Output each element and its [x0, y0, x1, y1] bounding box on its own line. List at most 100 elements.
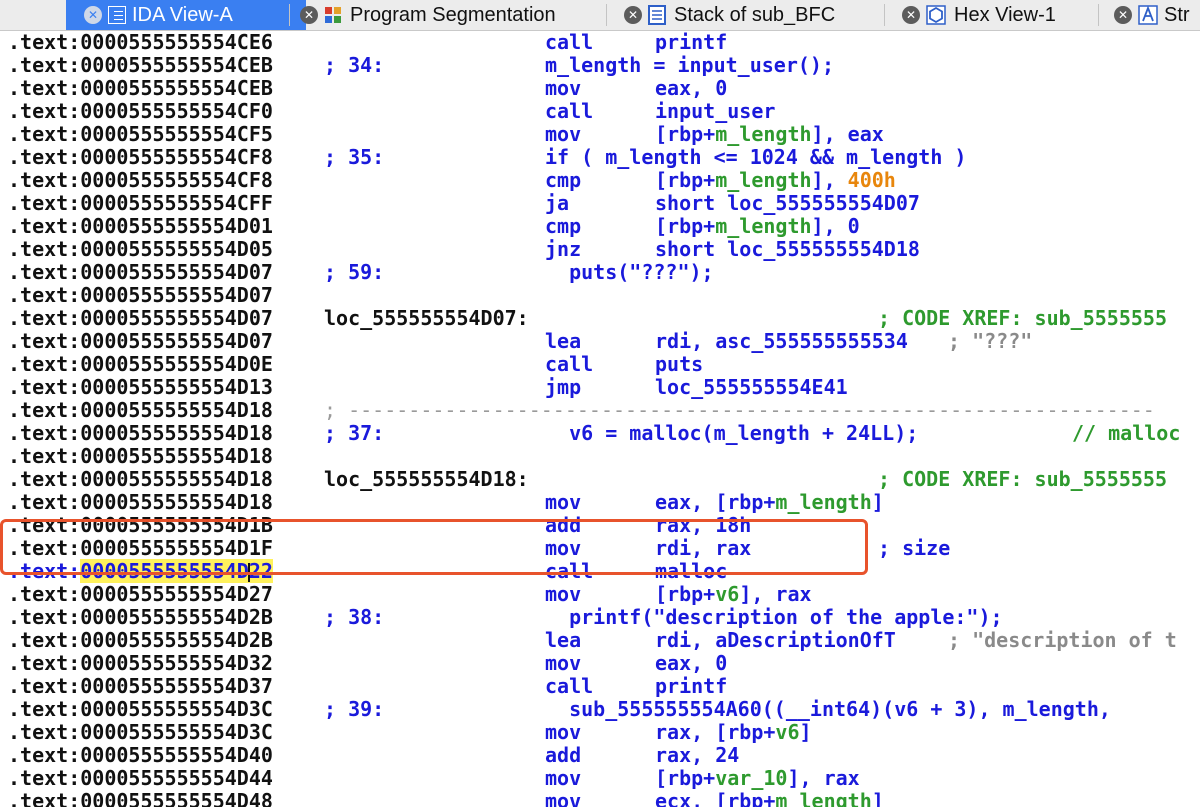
address[interactable]: .text:0000555555554D2B [8, 606, 273, 629]
mnemonic[interactable]: mov [545, 767, 581, 790]
tab-strings[interactable]: ✕ Str [1104, 0, 1190, 30]
listing-row[interactable]: .text:0000555555554D40 add rax, 24 [0, 744, 1200, 767]
mnemonic[interactable]: mov [545, 491, 581, 514]
address-value[interactable]: 0000555555554D40 [80, 743, 273, 767]
close-icon[interactable]: ✕ [84, 6, 102, 24]
operands[interactable]: printf [655, 675, 727, 698]
mnemonic[interactable]: mov [545, 721, 581, 744]
address[interactable]: .text:0000555555554CF8 [8, 146, 273, 169]
address[interactable]: .text:0000555555554CF8 [8, 169, 273, 192]
tab-hex-view-1[interactable]: ✕ Hex View-1 [892, 0, 1056, 30]
address-value[interactable]: 0000555555554CF5 [80, 122, 273, 146]
listing-row[interactable]: .text:0000555555554D1F mov rdi, rax ; size [0, 537, 1200, 560]
address-value[interactable]: 0000555555554D07 [80, 260, 273, 284]
listing-row[interactable]: .text:0000555555554D2B ; 38: printf("desc… [0, 606, 1200, 629]
xref-comment[interactable]: ; CODE XREF: sub_5555555 [878, 307, 1167, 330]
address-value[interactable]: 0000555555554CEB [80, 53, 273, 77]
disassembly-listing[interactable]: .text:0000555555554CE6 call printf .text:00… [0, 31, 1200, 807]
mnemonic[interactable]: call [545, 675, 593, 698]
code-label[interactable]: loc_555555554D07: [324, 307, 529, 330]
listing-row[interactable]: .text:0000555555554CF8 cmp [rbp+m_length],… [0, 169, 1200, 192]
address[interactable]: .text:0000555555554D3C [8, 721, 273, 744]
xref-comment[interactable]: // malloc [1072, 422, 1180, 445]
tab-program-segmentation[interactable]: ✕ Program Segmentation [296, 0, 556, 30]
operands[interactable]: [rbp+v6], rax [655, 583, 812, 606]
address-value[interactable]: 0000555555554D32 [80, 651, 273, 675]
operands[interactable]: rax, [rbp+v6] [655, 721, 812, 744]
operands[interactable]: eax, 0 [655, 77, 727, 100]
operands[interactable]: [rbp+m_length], eax [655, 123, 884, 146]
address[interactable]: .text:0000555555554CF0 [8, 100, 273, 123]
listing-row[interactable]: .text:0000555555554CEB ; 34: m_length = in… [0, 54, 1200, 77]
operands[interactable]: ecx, [rbp+m_length] [655, 790, 884, 807]
stack-variable[interactable]: v6 [715, 582, 739, 606]
address-value[interactable]: 0000555555554CF8 [80, 145, 273, 169]
address[interactable]: .text:0000555555554D1F [8, 537, 273, 560]
address[interactable]: .text:0000555555554CEB [8, 77, 273, 100]
address-value[interactable]: 0000555555554CE6 [80, 31, 273, 54]
operands[interactable]: rdi, asc_555555555534 [655, 330, 908, 353]
mnemonic[interactable]: mov [545, 123, 581, 146]
operands[interactable]: short loc_555555554D07 [655, 192, 920, 215]
stack-variable[interactable]: m_length [715, 168, 811, 192]
address[interactable]: .text:0000555555554D18 [8, 468, 273, 491]
close-icon[interactable]: ✕ [624, 6, 642, 24]
listing-row[interactable]: .text:0000555555554D44 mov [rbp+var_10], r… [0, 767, 1200, 790]
listing-row[interactable]: .text:0000555555554D07 lea rdi, asc_555555… [0, 330, 1200, 353]
listing-row[interactable]: .text:0000555555554D18 mov eax, [rbp+m_len… [0, 491, 1200, 514]
listing-row[interactable]: .text:0000555555554D27 mov [rbp+v6], rax [0, 583, 1200, 606]
xref-comment[interactable]: ; CODE XREF: sub_5555555 [878, 468, 1167, 491]
mnemonic[interactable]: cmp [545, 169, 581, 192]
address-value[interactable]: 0000555555554D18 [80, 421, 273, 445]
listing-row-selected[interactable]: .text:0000555555554D22 call malloc [0, 559, 1200, 583]
operands[interactable]: eax, 0 [655, 652, 727, 675]
listing-row[interactable]: .text:0000555555554D18 loc_555555554D18:;… [0, 468, 1200, 491]
address-value[interactable]: 0000555555554D07 [80, 329, 273, 353]
address-value[interactable]: 0000555555554D01 [80, 214, 273, 238]
mnemonic[interactable]: add [545, 514, 581, 537]
address[interactable]: .text:0000555555554D2B [8, 629, 273, 652]
address[interactable]: .text:0000555555554D37 [8, 675, 273, 698]
address-value[interactable]: 0000555555554D37 [80, 674, 273, 698]
address[interactable]: .text:0000555555554D07 [8, 330, 273, 353]
mnemonic[interactable]: cmp [545, 215, 581, 238]
close-icon[interactable]: ✕ [902, 6, 920, 24]
mnemonic[interactable]: mov [545, 652, 581, 675]
mnemonic[interactable]: mov [545, 77, 581, 100]
code-label[interactable]: loc_555555554D18: [324, 468, 529, 491]
listing-row[interactable]: .text:0000555555554D2B lea rdi, aDescripti… [0, 629, 1200, 652]
address[interactable]: .text:0000555555554CFF [8, 192, 273, 215]
listing-row[interactable]: .text:0000555555554CF5 mov [rbp+m_length],… [0, 123, 1200, 146]
listing-row[interactable]: .text:0000555555554D01 cmp [rbp+m_length],… [0, 215, 1200, 238]
address[interactable]: .text:0000555555554D18 [8, 399, 273, 422]
stack-variable[interactable]: v6 [775, 720, 799, 744]
address[interactable]: .text:0000555555554D22 [8, 559, 273, 583]
listing-row[interactable]: .text:0000555555554D3C mov rax, [rbp+v6] [0, 721, 1200, 744]
listing-row[interactable]: .text:0000555555554D18 ; ----------------… [0, 399, 1200, 422]
listing-row[interactable]: .text:0000555555554CFF ja short loc_555555… [0, 192, 1200, 215]
mnemonic[interactable]: call [545, 100, 593, 123]
address-value[interactable]: 0000555555554D48 [80, 789, 273, 807]
operands[interactable]: [rbp+m_length], 0 [655, 215, 860, 238]
listing-row[interactable]: .text:0000555555554D07 ; 59: puts("???"); [0, 261, 1200, 284]
address[interactable]: .text:0000555555554D18 [8, 491, 273, 514]
listing-row[interactable]: .text:0000555555554CE6 call printf [0, 31, 1200, 54]
address-value[interactable]: 0000555555554D05 [80, 237, 273, 261]
address-value[interactable]: 0000555555554CF8 [80, 168, 273, 192]
stack-variable[interactable]: m_length [715, 214, 811, 238]
mnemonic[interactable]: call [545, 31, 593, 54]
mnemonic[interactable]: jmp [545, 376, 581, 399]
stack-variable[interactable]: m_length [715, 122, 811, 146]
address-value[interactable]: 0000555555554CFF [80, 191, 273, 215]
operands[interactable]: input_user [655, 100, 775, 123]
address[interactable]: .text:0000555555554D1B [8, 514, 273, 537]
address-value[interactable]: 0000555555554D44 [80, 766, 273, 790]
listing-row[interactable]: .text:0000555555554CEB mov eax, 0 [0, 77, 1200, 100]
mnemonic[interactable]: ja [545, 192, 569, 215]
listing-row[interactable]: .text:0000555555554D3C ; 39: sub_55555555… [0, 698, 1200, 721]
address-value[interactable]: 0000555555554D3C [80, 697, 273, 721]
listing-row[interactable]: .text:0000555555554D07 loc_555555554D07:;… [0, 307, 1200, 330]
address[interactable]: .text:0000555555554D27 [8, 583, 273, 606]
listing-row[interactable]: .text:0000555555554D48 mov ecx, [rbp+m_len… [0, 790, 1200, 807]
address-value[interactable]: 0000555555554D0E [80, 352, 273, 376]
